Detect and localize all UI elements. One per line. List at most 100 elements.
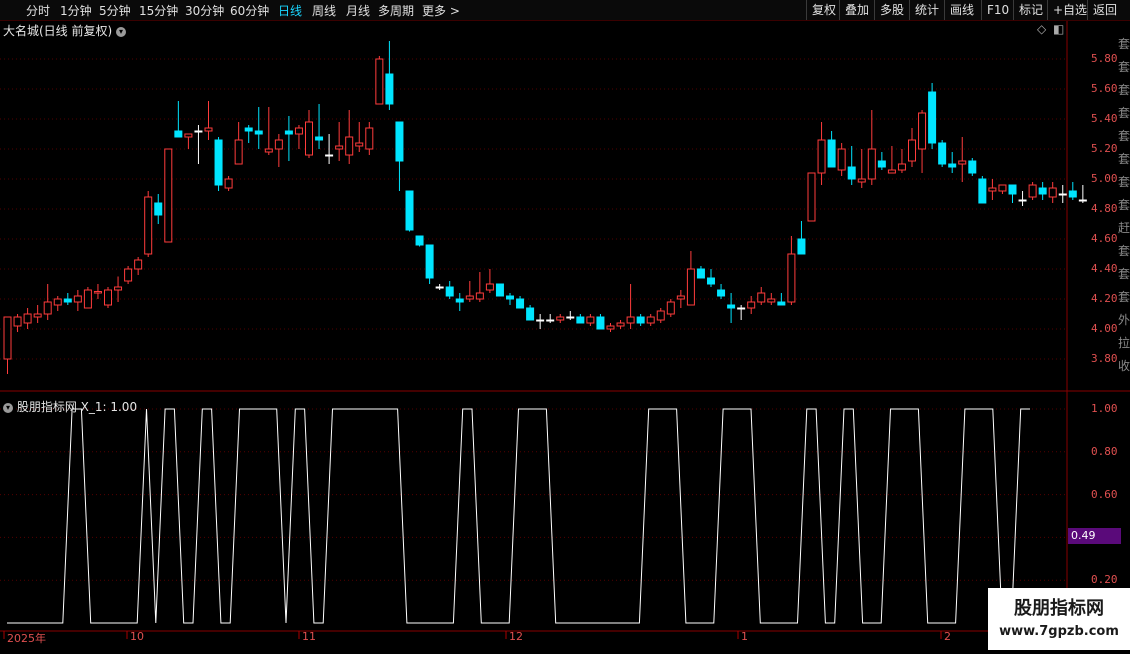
period-tab-10[interactable]: 更多 > (422, 2, 460, 19)
window-icon[interactable]: ◧ (1053, 22, 1064, 36)
sidebar-signal-char: 套 (1118, 60, 1130, 74)
candle-body (13, 316, 22, 327)
candle-body (415, 235, 424, 246)
period-tab-0[interactable]: 分时 (26, 2, 50, 19)
period-tab-3[interactable]: 15分钟 (139, 2, 178, 19)
toolbar-button-8[interactable]: 返回 (1087, 0, 1122, 20)
price-tick-label: 4.60 (1091, 232, 1118, 245)
sidebar-signal-char: 套 (1118, 37, 1130, 51)
candle-body (1018, 199, 1027, 202)
candle-body (93, 291, 102, 294)
candle-body (23, 313, 32, 324)
candle-body (224, 178, 233, 189)
candle-body (63, 298, 72, 303)
candle-body (696, 268, 705, 279)
date-label: 10 (130, 630, 144, 643)
period-tab-9[interactable]: 多周期 (378, 2, 414, 19)
candle-body (686, 268, 695, 306)
candle-body (184, 133, 193, 138)
sidebar-signal-char: 外 (1118, 313, 1130, 327)
candle-body (335, 145, 344, 150)
toolbar-button-4[interactable]: 画线 (944, 0, 979, 20)
chevron-down-icon[interactable]: ▾ (3, 402, 13, 413)
candle-body (435, 286, 444, 289)
candle-body (73, 295, 82, 303)
period-tab-7[interactable]: 周线 (312, 2, 336, 19)
indicator-tick-label: 0.80 (1091, 444, 1118, 458)
toolbar-button-1[interactable]: 叠加 (839, 0, 874, 20)
period-tab-8[interactable]: 月线 (346, 2, 370, 19)
toolbar-button-3[interactable]: 统计 (909, 0, 944, 20)
candle-body (174, 130, 183, 138)
sidebar-signal-char: 套 (1118, 244, 1130, 258)
candle-body (516, 298, 525, 309)
indicator-tick-label: 0.60 (1091, 487, 1118, 501)
period-tab-4[interactable]: 30分钟 (185, 2, 224, 19)
candle-body (666, 301, 675, 315)
candle-body (797, 238, 806, 255)
watermark-title: 股朋指标网 (1014, 598, 1104, 619)
candle-body (1068, 190, 1077, 198)
candle-body (1058, 193, 1067, 196)
candle-body (3, 316, 12, 360)
toolbar-button-7[interactable]: +自选 (1047, 0, 1092, 20)
candle-body (465, 295, 474, 300)
candle-body (214, 139, 223, 186)
candle-body (998, 184, 1007, 192)
candle-body (445, 286, 454, 297)
candle-body (204, 127, 213, 132)
sidebar-signal-char: 套 (1118, 129, 1130, 143)
candle-body (114, 286, 123, 291)
candle-body (124, 268, 133, 282)
candle-body (506, 295, 514, 300)
candle-body (1078, 199, 1087, 202)
candle-body (968, 160, 977, 174)
chart-svg[interactable] (0, 21, 1130, 650)
chevron-down-icon[interactable]: ▾ (116, 26, 127, 37)
price-tick-label: 4.80 (1091, 202, 1118, 215)
candle-body (777, 301, 786, 306)
candle-body (656, 310, 665, 321)
toolbar-button-5[interactable]: F10 (981, 0, 1014, 20)
candle-body (294, 127, 303, 135)
diamond-icon[interactable]: ◇ (1037, 22, 1046, 36)
candle-body (566, 316, 575, 319)
toolbar-button-2[interactable]: 多股 (874, 0, 909, 20)
candle-body (455, 298, 464, 303)
candle-body (244, 127, 253, 132)
candle-body (234, 139, 243, 165)
candle-body (596, 316, 605, 330)
toolbar-button-6[interactable]: 标记 (1013, 0, 1048, 20)
date-label: 2 (944, 630, 951, 643)
candle-body (958, 160, 967, 165)
period-tab-5[interactable]: 60分钟 (230, 2, 269, 19)
sidebar-signal-char: 拉 (1118, 336, 1130, 350)
candle-body (938, 142, 947, 165)
candle-body (757, 292, 766, 303)
candle-body (867, 148, 876, 180)
price-tick-label: 5.20 (1091, 142, 1118, 155)
price-tick-label: 5.40 (1091, 112, 1118, 125)
period-tab-2[interactable]: 5分钟 (99, 2, 131, 19)
candle-body (908, 139, 916, 162)
candle-body (526, 307, 535, 321)
price-tick-label: 4.40 (1091, 262, 1118, 275)
period-tab-1[interactable]: 1分钟 (60, 2, 92, 19)
candle-body (807, 172, 816, 222)
candle-body (254, 130, 263, 135)
candle-body (737, 307, 746, 310)
chart-area[interactable]: 大名城(日线 前复权) ▾ ◇ ◧ ▾ 股朋指标网 X_1: 1.00 5.80… (0, 21, 1130, 650)
watermark-logo: 股朋指标网 www.7gpzb.com (988, 588, 1130, 650)
candle-body (727, 304, 736, 309)
candle-body (817, 139, 826, 174)
sidebar-signal-char: 套 (1118, 152, 1130, 166)
candle-body (83, 289, 92, 309)
toolbar-button-0[interactable]: 复权 (806, 0, 841, 20)
sidebar-signal-char: 套 (1118, 175, 1130, 189)
candle-body (315, 136, 324, 141)
stock-title: 大名城(日线 前复权) (3, 24, 113, 38)
candle-body (475, 292, 484, 300)
date-label: 1 (741, 630, 748, 643)
period-tab-6[interactable]: 日线 (278, 2, 302, 19)
candle-body (988, 187, 997, 192)
